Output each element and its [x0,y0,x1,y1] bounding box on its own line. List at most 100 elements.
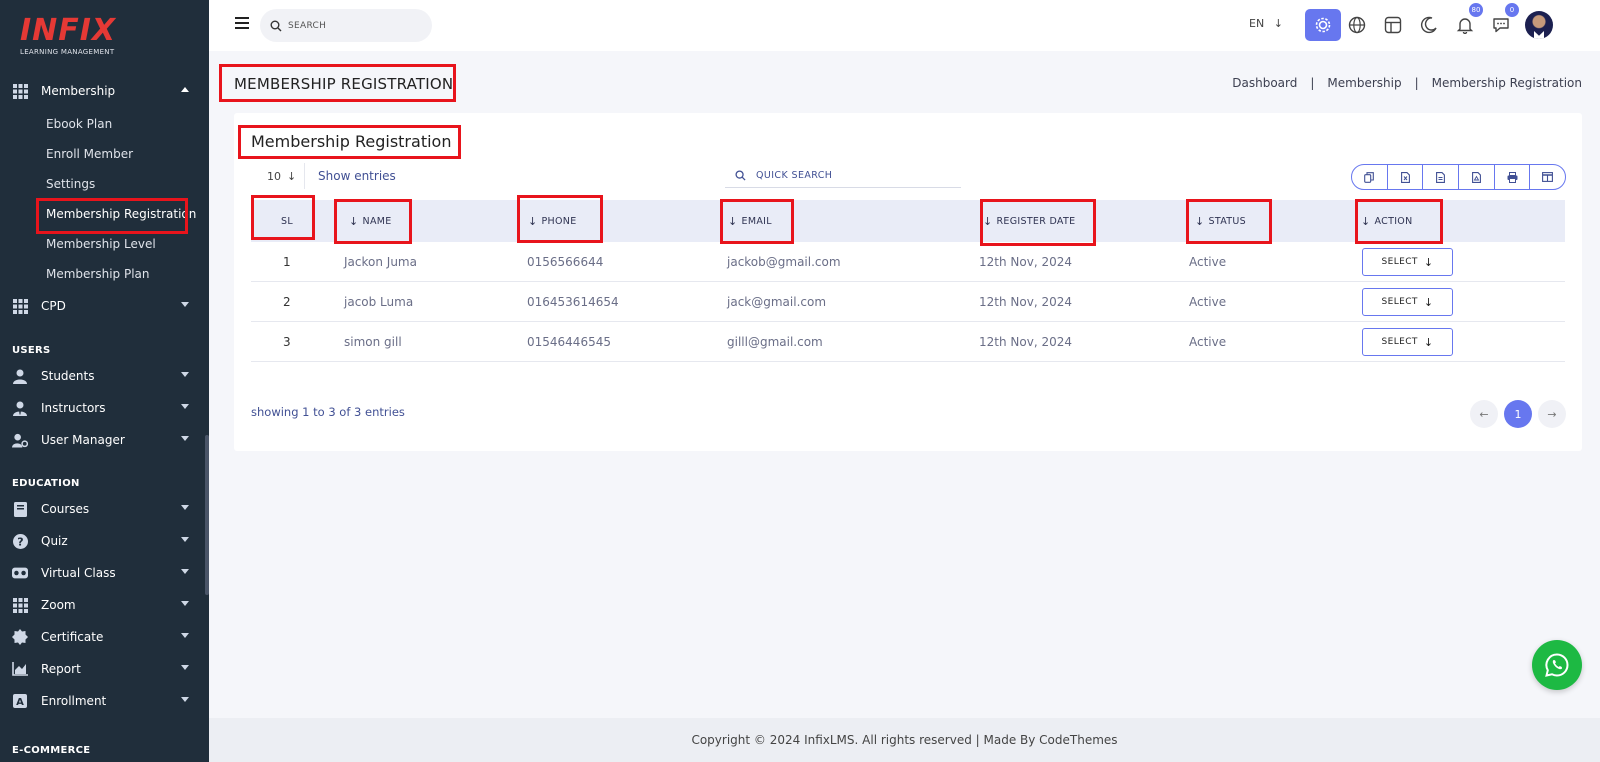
highlight-box [1355,199,1443,244]
csv-button[interactable] [1423,165,1460,189]
sidebar-subitem-enroll-member[interactable]: Enroll Member [46,144,133,164]
whatsapp-icon [1545,653,1569,677]
layout-button[interactable] [1375,9,1411,41]
vr-headset-icon [12,565,28,581]
logo-subtitle: LEARNING MANAGEMENT [20,48,115,56]
theme-toggle-button[interactable] [1411,9,1447,41]
cell-phone: 0156566644 [527,255,604,269]
registration-card: Membership Registration 10 ↓ Show entrie… [234,113,1582,451]
pagination-prev[interactable]: ← [1470,400,1498,428]
footer-copyright: Copyright © 2024 InfixLMS. All rights re… [691,733,1118,747]
table-row: 2 jacob Luma 016453614654 jack@gmail.com… [251,282,1565,322]
messages-button[interactable]: 0 [1483,2,1520,41]
copy-button[interactable] [1352,165,1388,189]
whatsapp-button[interactable] [1532,640,1582,690]
settings-button[interactable] [1305,9,1341,41]
show-entries-label: Show entries [318,169,396,183]
highlight-box [251,195,315,240]
pagination-next[interactable]: → [1538,400,1566,428]
highlight-box [238,125,461,159]
sidebar-subitem-ebook-plan[interactable]: Ebook Plan [46,114,112,134]
chevron-down-icon [181,633,189,638]
arrow-down-icon: ↓ [1423,255,1434,269]
highlight-box [219,64,456,102]
breadcrumb-membership[interactable]: Membership [1327,76,1401,90]
cell-register-date: 12th Nov, 2024 [979,335,1072,349]
highlight-box [517,195,603,243]
sidebar-item-zoom[interactable]: Zoom [0,592,209,618]
arrow-down-icon: ↓ [1423,295,1434,309]
chevron-down-icon [181,665,189,670]
sidebar-item-quiz[interactable]: ? Quiz [0,528,209,554]
sidebar: INFIX LEARNING MANAGEMENT Membership Ebo… [0,0,209,762]
sidebar-item-report[interactable]: Report [0,656,209,682]
cell-sl: 1 [283,255,291,269]
cell-name: Jackon Juma [344,255,417,269]
sidebar-item-membership[interactable]: Membership [0,78,209,104]
sidebar-item-students[interactable]: Students [0,363,209,389]
sidebar-item-label: Enrollment [41,694,107,708]
cell-name: simon gill [344,335,402,349]
sidebar-item-enrollment[interactable]: A Enrollment [0,688,209,714]
arrow-down-icon: ↓ [1273,17,1283,30]
breadcrumb: Dashboard | Membership | Membership Regi… [1232,76,1582,90]
book-icon [12,501,28,517]
select-action-button[interactable]: SELECT ↓ [1362,288,1453,316]
notifications-button[interactable]: 80 [1447,2,1484,41]
file-pdf-icon [1471,171,1481,183]
avatar[interactable] [1525,11,1553,39]
column-visibility-button[interactable] [1530,165,1565,189]
excel-button[interactable] [1388,165,1424,189]
messages-badge: 0 [1504,2,1520,18]
sidebar-subitem-settings[interactable]: Settings [46,174,95,194]
cell-register-date: 12th Nov, 2024 [979,295,1072,309]
quick-search-input[interactable]: QUICK SEARCH [756,170,832,181]
sidebar-item-label: User Manager [41,433,125,447]
search-input[interactable]: SEARCH [288,21,326,31]
sidebar-subitem-membership-plan[interactable]: Membership Plan [46,264,150,284]
search-icon [270,20,282,31]
user-cog-icon [12,432,28,448]
cell-email: gilll@gmail.com [727,335,823,349]
highlight-box [334,199,412,244]
arrow-right-icon: → [1547,407,1557,421]
sidebar-item-label: CPD [41,299,66,313]
breadcrumb-dashboard[interactable]: Dashboard [1232,76,1297,90]
global-search[interactable]: SEARCH [260,9,432,42]
pagination-page[interactable]: 1 [1504,400,1532,428]
language-selector[interactable]: EN ↓ [1249,17,1283,30]
breadcrumb-current: Membership Registration [1431,76,1582,90]
page-length-select[interactable]: 10 ↓ [251,163,305,189]
chevron-down-icon [181,537,189,542]
sidebar-item-virtual-class[interactable]: Virtual Class [0,560,209,586]
search-icon [735,169,746,181]
sidebar-item-label: Zoom [41,598,76,612]
sidebar-item-certificate[interactable]: Certificate [0,624,209,650]
select-action-label: SELECT [1381,297,1418,307]
table-row: 3 simon gill 01546446545 gilll@gmail.com… [251,322,1565,362]
pdf-button[interactable] [1459,165,1495,189]
sidebar-item-label: Membership [41,84,116,98]
sidebar-item-label: Certificate [41,630,104,644]
cell-register-date: 12th Nov, 2024 [979,255,1072,269]
website-button[interactable] [1339,9,1375,41]
section-title-education: EDUCATION [12,478,80,489]
select-action-button[interactable]: SELECT ↓ [1362,328,1453,356]
layout-icon [1384,16,1402,34]
cell-email: jackob@gmail.com [727,255,841,269]
quick-search[interactable]: QUICK SEARCH [725,163,961,188]
sidebar-item-cpd[interactable]: CPD [0,293,209,319]
sidebar-subitem-membership-level[interactable]: Membership Level [46,234,156,254]
notifications-badge: 80 [1468,2,1484,18]
hamburger-menu-icon[interactable] [235,17,249,29]
logo[interactable]: INFIX LEARNING MANAGEMENT [20,16,130,60]
gear-icon [1315,17,1331,33]
chevron-down-icon [181,404,189,409]
user-icon [12,368,28,384]
sidebar-item-user-manager[interactable]: User Manager [0,427,209,453]
cell-phone: 01546446545 [527,335,611,349]
print-button[interactable] [1495,165,1531,189]
select-action-button[interactable]: SELECT ↓ [1362,248,1453,276]
sidebar-item-instructors[interactable]: Instructors [0,395,209,421]
sidebar-item-courses[interactable]: Courses [0,496,209,522]
